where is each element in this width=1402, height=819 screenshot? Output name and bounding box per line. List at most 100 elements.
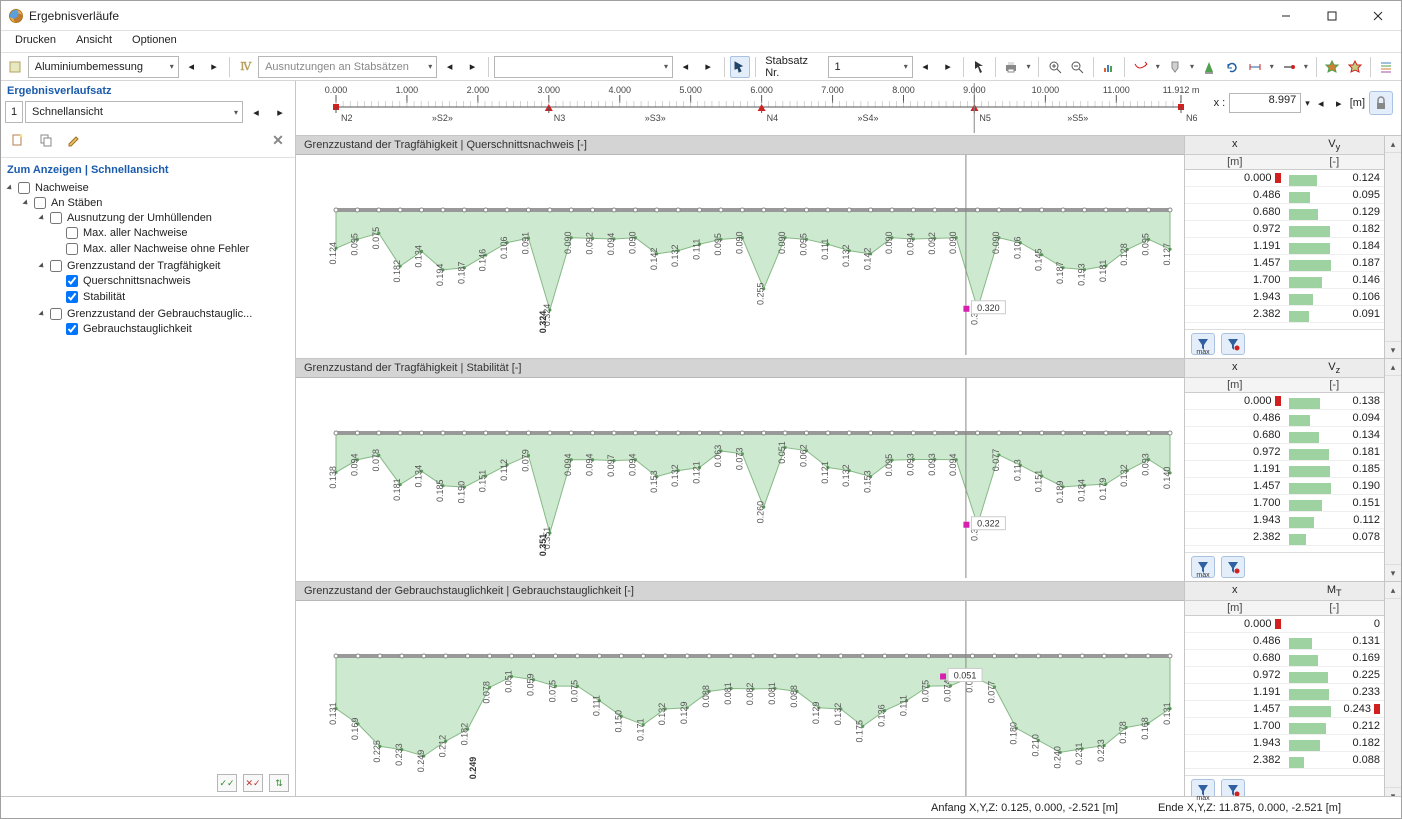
table-row[interactable]: 0.4860.094 xyxy=(1185,410,1384,427)
table-row[interactable]: 2.3820.091 xyxy=(1185,306,1384,323)
tree-check-qnachweis[interactable] xyxy=(66,275,78,287)
result-set-index[interactable]: 1 xyxy=(5,101,23,123)
table-row[interactable]: 1.9430.106 xyxy=(1185,289,1384,306)
table-row[interactable]: 1.7000.212 xyxy=(1185,718,1384,735)
tree-node-an-staben[interactable]: An Stäben xyxy=(19,196,291,210)
scroll-up-button[interactable]: ▴ xyxy=(1385,582,1401,599)
tree-check-gz-gebr[interactable] xyxy=(50,308,62,320)
tool-5[interactable] xyxy=(1221,56,1242,78)
print-button[interactable] xyxy=(1001,56,1022,78)
tool-4[interactable] xyxy=(1199,56,1220,78)
select-member-toggle[interactable] xyxy=(730,56,751,78)
tree-check-gz-trag[interactable] xyxy=(50,260,62,272)
scroll-down-button[interactable]: ▾ xyxy=(1385,341,1401,358)
zoom-in-button[interactable] xyxy=(1044,56,1065,78)
window-minimize-button[interactable] xyxy=(1263,1,1309,30)
stabsatz-next-button[interactable]: ▸ xyxy=(938,56,959,78)
window-close-button[interactable] xyxy=(1355,1,1401,30)
tree-check-nachweise[interactable] xyxy=(18,182,30,194)
tool-10[interactable] xyxy=(1376,56,1397,78)
chart-canvas[interactable]: 0.1310.1690.2250.2330.2490.2120.1820.078… xyxy=(296,601,1184,796)
scroll-down-button[interactable]: ▾ xyxy=(1385,787,1401,796)
table-row[interactable]: 0.9720.225 xyxy=(1185,667,1384,684)
table-row[interactable]: 0.6800.169 xyxy=(1185,650,1384,667)
quantity-icon-button[interactable]: Ⅳ xyxy=(235,56,256,78)
tree-check-max-nachweise-ohne[interactable] xyxy=(66,243,78,255)
filter-prev-button[interactable]: ◂ xyxy=(675,56,696,78)
tree-check-ausnutzung[interactable] xyxy=(50,212,62,224)
tool-3[interactable] xyxy=(1165,56,1186,78)
tree-check-stabilitat[interactable] xyxy=(66,291,78,303)
edit-result-set-button[interactable] xyxy=(63,129,85,151)
chart-vscroll[interactable]: ▴▾ xyxy=(1384,136,1401,358)
chevron-down-icon[interactable]: ▾ xyxy=(1305,98,1310,109)
table-row[interactable]: 0.9720.182 xyxy=(1185,221,1384,238)
tool-8[interactable] xyxy=(1322,56,1343,78)
table-row[interactable]: 1.1910.184 xyxy=(1185,238,1384,255)
quantity-combo[interactable]: Ausnutzungen an Stabsätzen ▾ xyxy=(258,56,437,78)
tree-node-max-nachweise[interactable]: Max. aller Nachweise xyxy=(51,226,291,240)
tree-node-gz-trag[interactable]: Grenzzustand der Tragfähigkeit xyxy=(35,259,291,273)
result-set-next[interactable]: ▸ xyxy=(269,101,291,123)
table-row[interactable]: 0.4860.131 xyxy=(1185,633,1384,650)
tree-node-ausnutzung[interactable]: Ausnutzung der Umhüllenden xyxy=(35,211,291,225)
table-filter-max-button[interactable]: max xyxy=(1191,556,1215,578)
scroll-up-button[interactable]: ▴ xyxy=(1385,359,1401,376)
table-row[interactable]: 1.7000.151 xyxy=(1185,495,1384,512)
tree-node-max-nachweise-ohne[interactable]: Max. aller Nachweise ohne Fehler xyxy=(51,242,291,256)
tool-6-dropdown[interactable]: ▾ xyxy=(1267,62,1276,71)
table-row[interactable]: 1.1910.185 xyxy=(1185,461,1384,478)
table-filter-button[interactable] xyxy=(1221,333,1245,355)
menu-ansicht[interactable]: Ansicht xyxy=(66,31,122,52)
calc-type-icon-button[interactable] xyxy=(5,56,26,78)
check-all-button[interactable]: ✓✓ xyxy=(217,774,237,792)
table-row[interactable]: 0.6800.134 xyxy=(1185,427,1384,444)
tree-node-stabilitat[interactable]: Stabilität xyxy=(51,290,291,304)
delete-result-set-button[interactable]: ✕ xyxy=(267,129,289,151)
cursor-lock-toggle[interactable] xyxy=(1369,91,1393,115)
calc-prev-button[interactable]: ◂ xyxy=(181,56,202,78)
table-row[interactable]: 1.4570.187 xyxy=(1185,255,1384,272)
chart-canvas[interactable]: 0.1380.0940.0780.1810.1340.1850.1900.151… xyxy=(296,378,1184,581)
filter-combo[interactable]: ▾ xyxy=(494,56,673,78)
table-filter-max-button[interactable]: max xyxy=(1191,333,1215,355)
tree-check-max-nachweise[interactable] xyxy=(66,227,78,239)
filter-tree-button[interactable]: ⇅ xyxy=(269,774,289,792)
tool-2[interactable] xyxy=(1130,56,1151,78)
table-row[interactable]: 1.4570.243 xyxy=(1185,701,1384,718)
stabsatz-combo[interactable]: 1 ▾ xyxy=(828,56,913,78)
result-set-prev[interactable]: ◂ xyxy=(245,101,267,123)
tree-node-gz-gebr[interactable]: Grenzzustand der Gebrauchstauglic... xyxy=(35,307,291,321)
tool-9[interactable] xyxy=(1344,56,1365,78)
table-row[interactable]: 1.7000.146 xyxy=(1185,272,1384,289)
menu-drucken[interactable]: Drucken xyxy=(5,31,66,52)
stabsatz-prev-button[interactable]: ◂ xyxy=(915,56,936,78)
table-row[interactable]: 1.9430.112 xyxy=(1185,512,1384,529)
tool-7[interactable] xyxy=(1278,56,1299,78)
copy-result-set-button[interactable] xyxy=(35,129,57,151)
cursor-prev-button[interactable]: ◂ xyxy=(1314,94,1328,112)
table-filter-button[interactable] xyxy=(1221,779,1245,796)
scroll-down-button[interactable]: ▾ xyxy=(1385,564,1401,581)
table-row[interactable]: 0.4860.095 xyxy=(1185,187,1384,204)
table-filter-max-button[interactable]: max xyxy=(1191,779,1215,796)
chart-canvas[interactable]: 0.1240.0950.0750.1820.1340.1940.1870.146… xyxy=(296,155,1184,358)
tree-node-gebrauch[interactable]: Gebrauchstauglichkeit xyxy=(51,322,291,336)
zoom-out-button[interactable] xyxy=(1067,56,1088,78)
table-row[interactable]: 0.6800.129 xyxy=(1185,204,1384,221)
tool-7-dropdown[interactable]: ▾ xyxy=(1301,62,1310,71)
table-row[interactable]: 0.0000 xyxy=(1185,616,1384,633)
quantity-next-button[interactable]: ▸ xyxy=(462,56,483,78)
quantity-prev-button[interactable]: ◂ xyxy=(439,56,460,78)
tree-check-an-staben[interactable] xyxy=(34,197,46,209)
table-row[interactable]: 0.0000.138 xyxy=(1185,393,1384,410)
chart-vscroll[interactable]: ▴▾ xyxy=(1384,359,1401,581)
window-maximize-button[interactable] xyxy=(1309,1,1355,30)
menu-optionen[interactable]: Optionen xyxy=(122,31,187,52)
table-row[interactable]: 0.0000.124 xyxy=(1185,170,1384,187)
uncheck-all-button[interactable]: ✕✓ xyxy=(243,774,263,792)
result-set-combo[interactable]: Schnellansicht ▾ xyxy=(25,101,243,123)
table-row[interactable]: 0.9720.181 xyxy=(1185,444,1384,461)
pick-in-graphic-button[interactable] xyxy=(969,56,990,78)
new-result-set-button[interactable] xyxy=(7,129,29,151)
